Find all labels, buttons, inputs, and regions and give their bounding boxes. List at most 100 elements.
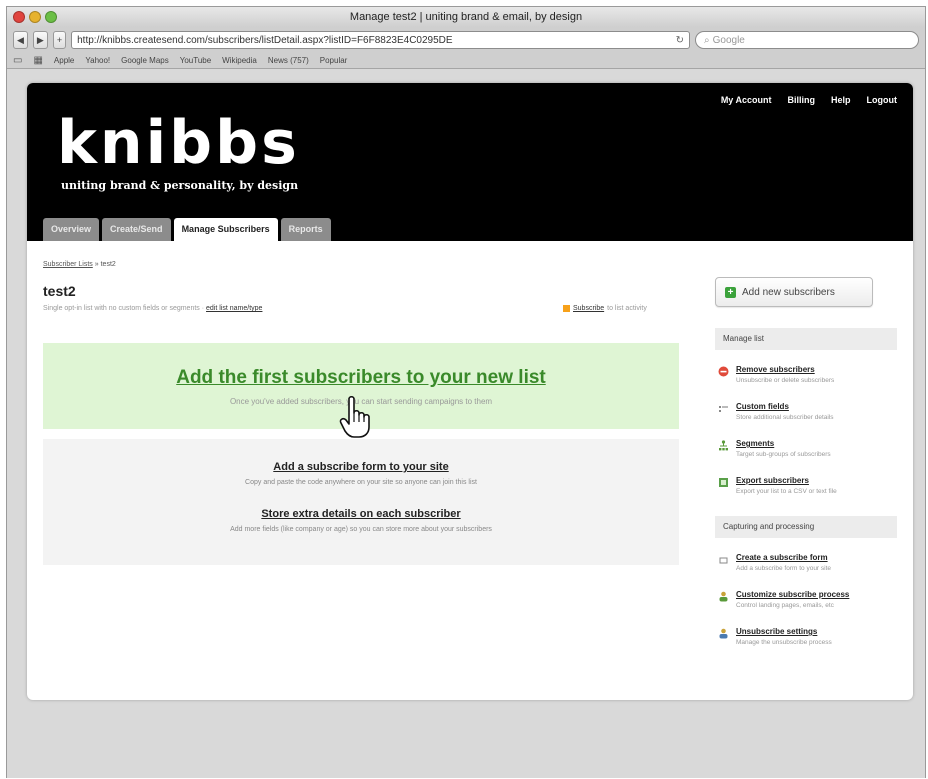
remove-subscribers-link[interactable]: Remove subscribers: [736, 365, 834, 374]
nav-billing[interactable]: Billing: [787, 95, 815, 105]
create-subscribe-form-link[interactable]: Create a subscribe form: [736, 553, 831, 562]
export-icon: [717, 477, 729, 489]
close-window-button[interactable]: [13, 11, 25, 23]
page-viewport: My Account Billing Help Logout knibbs un…: [7, 69, 925, 778]
reload-icon[interactable]: ↻: [676, 35, 684, 46]
sidebar: + Add new subscribers Manage list Remove…: [715, 277, 897, 659]
export-subscribers-link[interactable]: Export subscribers: [736, 476, 837, 485]
main-tabs: Overview Create/Send Manage Subscribers …: [43, 218, 331, 241]
unsubscribe-settings-link[interactable]: Unsubscribe settings: [736, 627, 832, 636]
tab-reports[interactable]: Reports: [280, 218, 331, 241]
reading-list-icon[interactable]: ▭: [13, 55, 22, 66]
browser-toolbar: ◀ ▶ + http://knibbs.createsend.com/subsc…: [7, 27, 925, 53]
item-description: Control landing pages, emails, etc: [736, 602, 834, 609]
window-controls: [13, 11, 57, 23]
segments-link[interactable]: Segments: [736, 439, 831, 448]
search-placeholder: Google: [712, 34, 745, 46]
capture-items: Create a subscribe form Add a subscribe f…: [715, 538, 897, 659]
bookmarks-bar: ▭ ▦ Apple Yahoo! Google Maps YouTube Wik…: [7, 53, 925, 69]
add-bookmark-button[interactable]: +: [52, 31, 67, 49]
breadcrumb: Subscriber Lists » test2: [43, 261, 116, 268]
fields-icon: [717, 403, 729, 415]
nav-logout[interactable]: Logout: [867, 95, 898, 105]
add-button-label: Add new subscribers: [742, 286, 835, 298]
capturing-processing-heading: Capturing and processing: [715, 516, 897, 538]
sidebar-item-unsubscribe-settings: Unsubscribe settings Manage the unsubscri…: [715, 622, 897, 659]
list-description-text: Single opt-in list with no custom fields…: [43, 305, 205, 312]
plus-icon: +: [56, 35, 63, 45]
option-description: Add more fields (like company or age) so…: [230, 526, 492, 533]
add-new-subscribers-button[interactable]: + Add new subscribers: [715, 277, 873, 307]
bookmark-item[interactable]: Apple: [54, 56, 74, 65]
hand-pointer-icon: [339, 395, 370, 438]
minus-circle-icon: [717, 366, 729, 378]
tab-manage-subscribers[interactable]: Manage Subscribers: [173, 218, 278, 241]
store-extra-details-link[interactable]: Store extra details on each subscriber: [43, 508, 679, 520]
subscribe-suffix: to list activity: [607, 305, 647, 312]
custom-fields-link[interactable]: Custom fields: [736, 402, 834, 411]
zoom-window-button[interactable]: [45, 11, 57, 23]
sidebar-item-export-subscribers: Export subscribers Export your list to a …: [715, 471, 897, 508]
site-tagline: uniting brand & personality, by design: [61, 179, 299, 192]
breadcrumb-separator: »: [94, 261, 99, 268]
page-card: My Account Billing Help Logout knibbs un…: [27, 83, 913, 700]
item-description: Unsubscribe or delete subscribers: [736, 377, 835, 384]
back-button[interactable]: ◀: [13, 31, 28, 49]
search-icon: ⌕: [704, 34, 710, 46]
customize-subscribe-process-link[interactable]: Customize subscribe process: [736, 590, 849, 599]
user-icon: [717, 591, 729, 603]
sidebar-item-remove-subscribers: Remove subscribers Unsubscribe or delete …: [715, 360, 897, 397]
bookmark-item[interactable]: YouTube: [180, 56, 211, 65]
top-nav: My Account Billing Help Logout: [721, 95, 897, 105]
top-sites-icon[interactable]: ▦: [33, 55, 42, 66]
bookmark-item[interactable]: Popular: [320, 56, 348, 65]
form-icon: [717, 554, 729, 566]
address-bar[interactable]: http://knibbs.createsend.com/subscribers…: [71, 31, 690, 49]
breadcrumb-current: test2: [100, 261, 116, 268]
tab-overview[interactable]: Overview: [43, 218, 100, 241]
breadcrumb-subscriber-lists[interactable]: Subscriber Lists: [43, 261, 93, 268]
item-description: Store additional subscriber details: [736, 414, 834, 421]
item-description: Target sub-groups of subscribers: [736, 451, 831, 458]
item-description: Export your list to a CSV or text file: [736, 488, 837, 495]
option-subscribe-form: Add a subscribe form to your site Copy a…: [43, 461, 679, 486]
site-header: My Account Billing Help Logout knibbs un…: [27, 83, 913, 241]
nav-help[interactable]: Help: [831, 95, 851, 105]
item-description: Add a subscribe form to your site: [736, 565, 832, 572]
option-extra-details: Store extra details on each subscriber A…: [43, 508, 679, 533]
subscribe-link[interactable]: Subscribe: [573, 305, 604, 312]
add-first-subscribers-link[interactable]: Add the first subscribers to your new li…: [43, 367, 679, 389]
sidebar-item-create-subscribe-form: Create a subscribe form Add a subscribe f…: [715, 548, 897, 585]
forward-arrow-icon: ▶: [36, 34, 44, 45]
bookmark-item[interactable]: Wikipedia: [222, 56, 257, 65]
search-field[interactable]: ⌕ Google: [695, 31, 919, 49]
list-description: Single opt-in list with no custom fields…: [43, 305, 262, 312]
bookmark-item[interactable]: Yahoo!: [85, 56, 110, 65]
sidebar-item-segments: Segments Target sub-groups of subscribers: [715, 434, 897, 471]
minimize-window-button[interactable]: [29, 11, 41, 23]
browser-window: Manage test2 | uniting brand & email, by…: [6, 6, 926, 778]
page-title: test2: [43, 283, 76, 299]
bookmark-item[interactable]: News (757): [268, 56, 309, 65]
item-description: Manage the unsubscribe process: [736, 639, 832, 646]
back-arrow-icon: ◀: [17, 34, 24, 45]
manage-list-items: Remove subscribers Unsubscribe or delete …: [715, 350, 897, 508]
segments-icon: [717, 440, 729, 452]
sidebar-item-customize-subscribe-process: Customize subscribe process Control landi…: [715, 585, 897, 622]
manage-list-heading: Manage list: [715, 328, 897, 350]
plus-icon: +: [725, 286, 736, 298]
nav-my-account[interactable]: My Account: [721, 95, 772, 105]
edit-list-link[interactable]: edit list name/type: [206, 305, 262, 312]
site-logo: knibbs: [57, 108, 300, 178]
option-description: Copy and paste the code anywhere on your…: [245, 479, 477, 486]
list-options-panel: Add a subscribe form to your site Copy a…: [43, 439, 679, 565]
tab-create-send[interactable]: Create/Send: [102, 218, 171, 241]
rss-icon: [563, 305, 570, 312]
add-subscribe-form-link[interactable]: Add a subscribe form to your site: [43, 461, 679, 473]
url-text: http://knibbs.createsend.com/subscribers…: [77, 34, 453, 46]
sidebar-item-custom-fields: Custom fields Store additional subscriber…: [715, 397, 897, 434]
window-title: Manage test2 | uniting brand & email, by…: [349, 11, 583, 23]
bookmark-item[interactable]: Google Maps: [121, 56, 169, 65]
subscribe-activity: Subscribe to list activity: [563, 305, 647, 312]
forward-button[interactable]: ▶: [32, 31, 48, 49]
